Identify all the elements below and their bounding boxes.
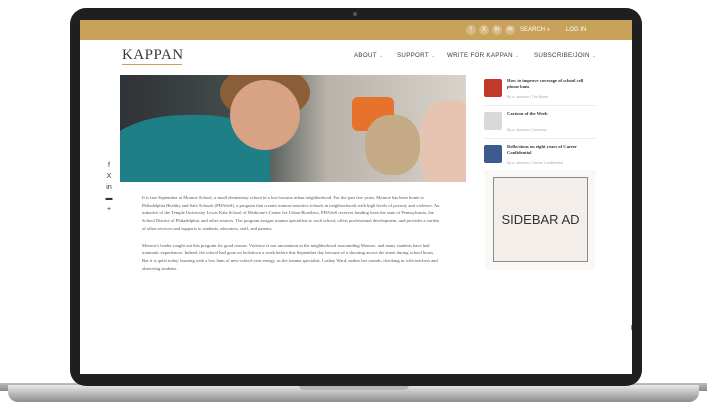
nav-subscribe-label: SUBSCRIBE/JOIN — [534, 52, 590, 59]
chevron-down-icon: ⌄ — [430, 53, 436, 59]
scrollbar-thumb[interactable] — [631, 325, 632, 330]
x-icon[interactable]: X — [479, 25, 489, 35]
sidebar-thumbnail — [484, 112, 502, 130]
laptop-screen-bezel: f X in ✉ SEARCH ⌕ LOG IN KAPPAN ABOUT ⌄ S… — [70, 8, 642, 386]
main-navigation: KAPPAN ABOUT ⌄ SUPPORT ⌄ WRITE FOR KAPPAN ⌄… — [80, 40, 632, 70]
print-icon[interactable]: ▬ — [104, 193, 114, 204]
email-icon[interactable]: ✉ — [505, 25, 515, 35]
related-sidebar: How to improve coverage of school cell p… — [484, 75, 596, 174]
nav-support[interactable]: SUPPORT ⌄ — [397, 52, 435, 59]
search-icon: ⌕ — [546, 27, 551, 33]
nav-subscribe-join[interactable]: SUBSCRIBE/JOIN ⌄ — [534, 52, 596, 59]
article-body: It is late September at Monroe School, a… — [142, 194, 442, 281]
x-icon[interactable]: X — [104, 171, 114, 182]
nav-write-label: WRITE FOR KAPPAN — [447, 52, 513, 59]
chevron-down-icon: ⌄ — [378, 53, 384, 59]
browser-viewport: f X in ✉ SEARCH ⌕ LOG IN KAPPAN ABOUT ⌄ S… — [80, 20, 632, 374]
nav-about[interactable]: ABOUT ⌄ — [354, 52, 383, 59]
share-rail: f X in ▬ + — [104, 160, 114, 215]
nav-support-label: SUPPORT — [397, 52, 429, 59]
search-button[interactable]: SEARCH ⌕ — [520, 25, 550, 35]
utility-bar: f X in ✉ SEARCH ⌕ LOG IN — [80, 20, 632, 40]
linkedin-icon[interactable]: in — [104, 182, 114, 193]
chevron-down-icon: ⌄ — [514, 53, 520, 59]
sidebar-ad-label: SIDEBAR AD — [501, 212, 580, 227]
sidebar-item-meta: By a. strasser | Career Confidential — [507, 161, 563, 165]
sidebar-ad[interactable]: SIDEBAR AD — [493, 177, 588, 262]
login-link[interactable]: LOG IN — [566, 25, 586, 35]
sidebar-item-title: Reflections on eight years of Career Con… — [507, 144, 577, 155]
webcam-icon — [353, 12, 357, 16]
chevron-down-icon: ⌄ — [591, 53, 597, 59]
facebook-icon[interactable]: f — [104, 160, 114, 171]
logo-underline — [122, 64, 182, 65]
sidebar-item-meta: By a. strasser | Cartoons — [507, 128, 547, 132]
search-label: SEARCH — [520, 27, 546, 33]
sidebar-thumbnail — [484, 79, 502, 97]
linkedin-icon[interactable]: in — [492, 25, 502, 35]
sidebar-item-title: How to improve coverage of school cell p… — [507, 78, 584, 89]
facebook-icon[interactable]: f — [466, 25, 476, 35]
sidebar-item[interactable]: Reflections on eight years of Career Con… — [484, 141, 596, 172]
plus-icon[interactable]: + — [104, 204, 114, 215]
article-paragraph: It is late September at Monroe School, a… — [142, 195, 440, 231]
sidebar-item[interactable]: Cartoon of the Week By a. strasser | Car… — [484, 108, 596, 139]
article-hero-image — [120, 75, 466, 182]
nav-about-label: ABOUT — [354, 52, 377, 59]
site-logo[interactable]: KAPPAN — [122, 47, 184, 64]
sidebar-item-title: Cartoon of the Week — [507, 111, 548, 116]
sidebar-item[interactable]: How to improve coverage of school cell p… — [484, 75, 596, 106]
article-paragraph: Monroe's leader sought out this program … — [142, 242, 438, 271]
nav-write-for-kappan[interactable]: WRITE FOR KAPPAN ⌄ — [447, 52, 519, 59]
sidebar-thumbnail — [484, 145, 502, 163]
sidebar-item-meta: By a. strasser | The Briefs — [507, 95, 549, 99]
